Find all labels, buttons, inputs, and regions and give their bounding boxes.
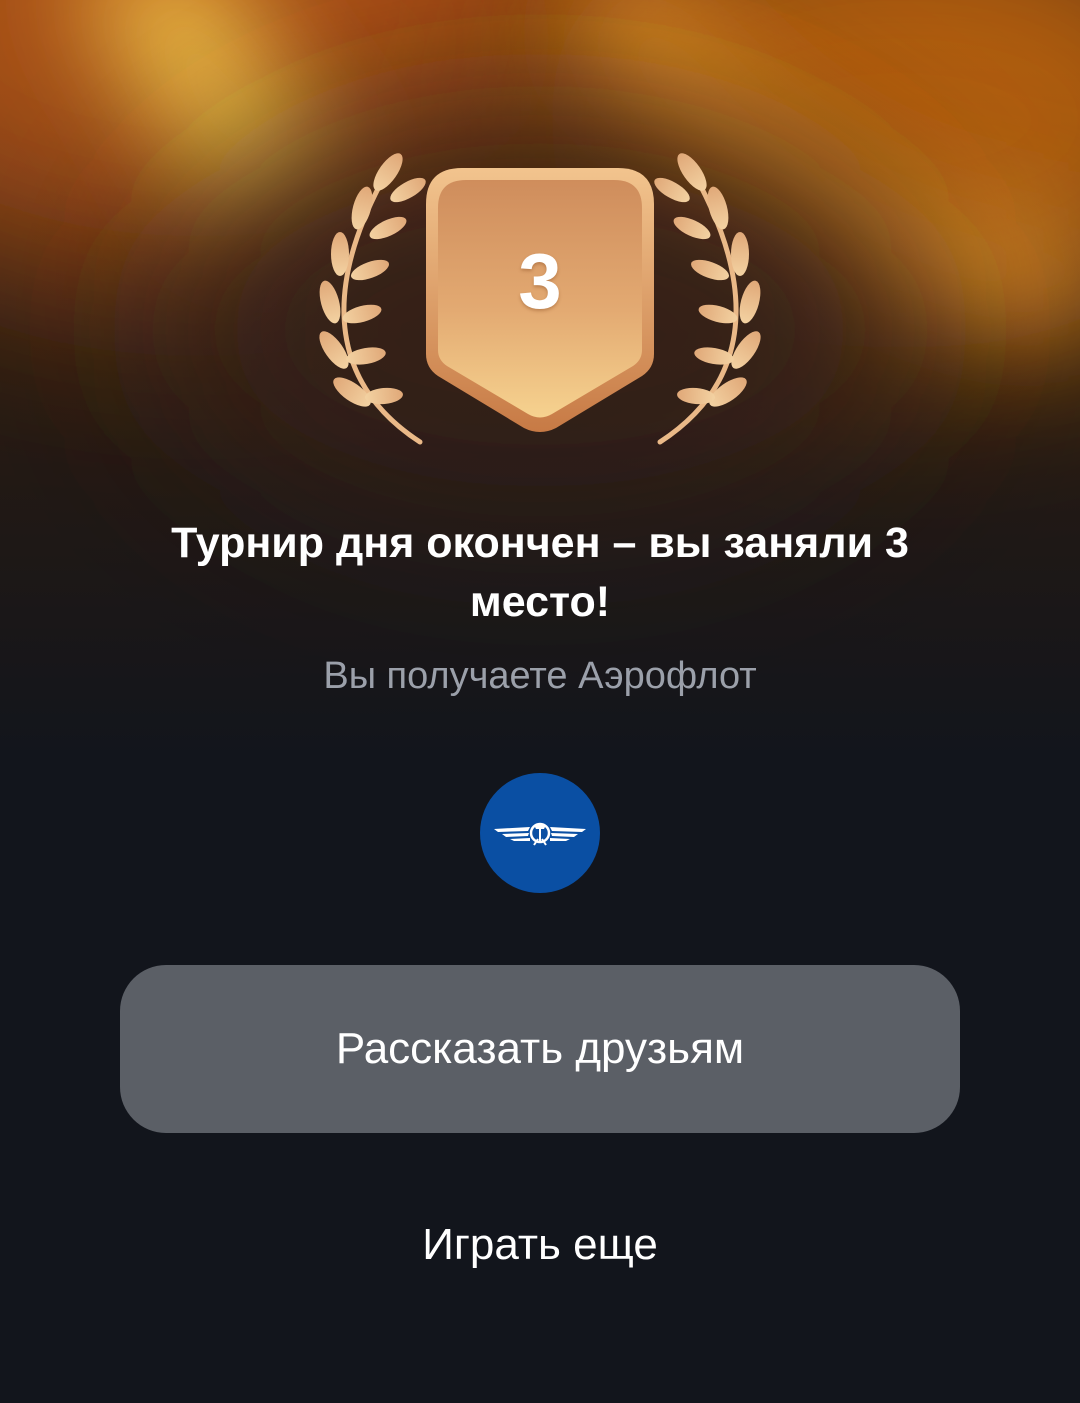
aeroflot-logo: [480, 773, 600, 893]
place-number: 3: [518, 237, 562, 325]
laurel-left-icon: [319, 153, 426, 445]
aeroflot-winged-emblem-icon: [494, 822, 586, 846]
share-with-friends-button[interactable]: Рассказать друзьям: [120, 965, 960, 1133]
play-again-button[interactable]: Играть еще: [120, 1190, 960, 1300]
reward-subtitle: Вы получаете Аэрофлот: [323, 655, 757, 697]
third-place-award: 3: [300, 150, 780, 460]
result-title: Турнир дня окончен – вы заняли 3 место!: [171, 519, 909, 626]
tournament-result-screen: 3 Турнир дня окончен – вы заняли 3 место…: [0, 0, 1080, 1403]
laurel-right-icon: [654, 153, 761, 445]
